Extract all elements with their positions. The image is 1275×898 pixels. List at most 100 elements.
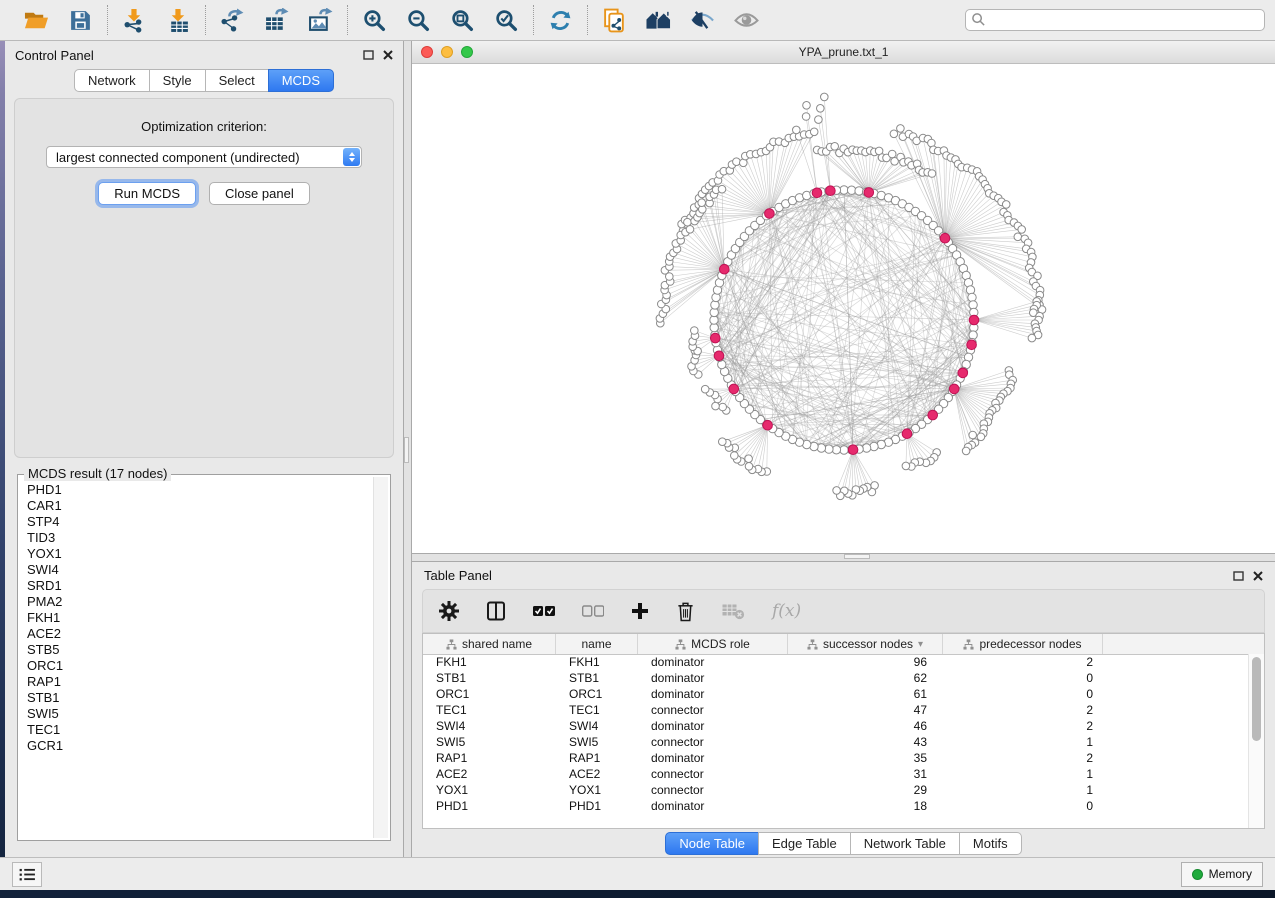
mcds-result-item[interactable]: SWI4 xyxy=(20,562,373,578)
table-cell[interactable]: connector xyxy=(638,782,788,798)
float-panel-icon[interactable] xyxy=(363,50,374,60)
table-cell[interactable]: TEC1 xyxy=(423,702,556,718)
mcds-result-list[interactable]: PHD1CAR1STP4TID3YOX1SWI4SRD1PMA2FKH1ACE2… xyxy=(20,482,373,838)
table-cell[interactable]: 29 xyxy=(788,782,943,798)
table-row[interactable]: TEC1TEC1connector472 xyxy=(423,702,1249,718)
table-cell[interactable]: PHD1 xyxy=(556,798,638,814)
table-cell[interactable]: 35 xyxy=(788,750,943,766)
table-cell[interactable]: SWI4 xyxy=(423,718,556,734)
table-cell[interactable]: 0 xyxy=(943,798,1103,814)
table-cell[interactable]: RAP1 xyxy=(423,750,556,766)
mcds-result-item[interactable]: STB5 xyxy=(20,642,373,658)
table-cell[interactable]: PHD1 xyxy=(423,798,556,814)
column-header-name[interactable]: name xyxy=(556,634,638,654)
export-image-icon[interactable] xyxy=(307,7,334,34)
table-cell[interactable]: ACE2 xyxy=(556,766,638,782)
zoom-out-icon[interactable] xyxy=(405,7,432,34)
import-network-icon[interactable] xyxy=(121,7,148,34)
tab-mcds[interactable]: MCDS xyxy=(268,69,334,92)
show-columns-icon[interactable] xyxy=(486,601,506,621)
table-row[interactable]: SWI5SWI5connector431 xyxy=(423,734,1249,750)
network-graph[interactable] xyxy=(412,64,1275,553)
table-settings-gear-icon[interactable] xyxy=(439,601,459,621)
mcds-result-item[interactable]: STP4 xyxy=(20,514,373,530)
float-panel-icon[interactable] xyxy=(1233,571,1244,581)
mcds-result-scrollbar[interactable] xyxy=(373,477,388,838)
table-cell[interactable]: 96 xyxy=(788,654,943,670)
mcds-result-item[interactable]: TEC1 xyxy=(20,722,373,738)
table-cell[interactable]: 2 xyxy=(943,702,1103,718)
table-cell[interactable]: 46 xyxy=(788,718,943,734)
table-cell[interactable]: dominator xyxy=(638,654,788,670)
close-panel-icon[interactable] xyxy=(1253,571,1263,581)
task-history-button[interactable] xyxy=(12,862,42,887)
create-column-icon[interactable] xyxy=(631,602,649,620)
import-table-icon[interactable] xyxy=(165,7,192,34)
export-table-icon[interactable] xyxy=(263,7,290,34)
export-network-icon[interactable] xyxy=(219,7,246,34)
open-file-icon[interactable] xyxy=(23,7,50,34)
column-header-shared-name[interactable]: shared name xyxy=(423,634,556,654)
table-cell[interactable]: dominator xyxy=(638,670,788,686)
show-graphics-details-icon[interactable] xyxy=(689,7,716,34)
table-cell[interactable]: dominator xyxy=(638,718,788,734)
mcds-result-item[interactable]: ACE2 xyxy=(20,626,373,642)
table-row[interactable]: YOX1YOX1connector291 xyxy=(423,782,1249,798)
table-cell[interactable]: 43 xyxy=(788,734,943,750)
select-all-icon[interactable] xyxy=(533,605,555,617)
table-cell[interactable]: dominator xyxy=(638,686,788,702)
zoom-selected-icon[interactable] xyxy=(493,7,520,34)
table-row[interactable]: ACE2ACE2connector311 xyxy=(423,766,1249,782)
table-row[interactable]: STB1STB1dominator620 xyxy=(423,670,1249,686)
tab-network[interactable]: Network xyxy=(74,69,150,92)
network-canvas[interactable] xyxy=(412,64,1275,553)
table-cell[interactable]: 47 xyxy=(788,702,943,718)
table-cell[interactable]: 1 xyxy=(943,782,1103,798)
mcds-result-item[interactable]: SRD1 xyxy=(20,578,373,594)
tab-select[interactable]: Select xyxy=(205,69,269,92)
table-cell[interactable]: 0 xyxy=(943,670,1103,686)
table-cell[interactable]: 62 xyxy=(788,670,943,686)
table-cell[interactable]: connector xyxy=(638,734,788,750)
table-row[interactable]: RAP1RAP1dominator352 xyxy=(423,750,1249,766)
mcds-result-item[interactable]: SWI5 xyxy=(20,706,373,722)
search-input[interactable] xyxy=(965,9,1265,31)
save-session-icon[interactable] xyxy=(67,7,94,34)
table-cell[interactable]: SWI4 xyxy=(556,718,638,734)
tab-node-table[interactable]: Node Table xyxy=(665,832,759,855)
mcds-result-item[interactable]: RAP1 xyxy=(20,674,373,690)
table-cell[interactable]: ACE2 xyxy=(423,766,556,782)
apply-layout-icon[interactable] xyxy=(547,7,574,34)
tab-edge-table[interactable]: Edge Table xyxy=(758,832,851,855)
criterion-select[interactable]: largest connected component (undirected) xyxy=(46,146,362,168)
column-header-predecessor-nodes[interactable]: predecessor nodes xyxy=(943,634,1103,654)
table-cell[interactable]: SWI5 xyxy=(556,734,638,750)
mcds-result-item[interactable]: FKH1 xyxy=(20,610,373,626)
table-cell[interactable]: ORC1 xyxy=(556,686,638,702)
mcds-result-item[interactable]: PHD1 xyxy=(20,482,373,498)
table-cell[interactable]: ORC1 xyxy=(423,686,556,702)
memory-button[interactable]: Memory xyxy=(1181,862,1263,887)
table-cell[interactable]: YOX1 xyxy=(556,782,638,798)
splitter-grip[interactable] xyxy=(404,437,409,463)
table-cell[interactable]: dominator xyxy=(638,798,788,814)
table-cell[interactable]: 1 xyxy=(943,734,1103,750)
table-row[interactable]: SWI4SWI4dominator462 xyxy=(423,718,1249,734)
table-row[interactable]: PHD1PHD1dominator180 xyxy=(423,798,1249,814)
table-cell[interactable]: 31 xyxy=(788,766,943,782)
mcds-result-item[interactable]: ORC1 xyxy=(20,658,373,674)
table-cell[interactable]: 2 xyxy=(943,718,1103,734)
delete-column-trash-icon[interactable] xyxy=(676,601,695,622)
zoom-fit-icon[interactable] xyxy=(449,7,476,34)
table-cell[interactable]: FKH1 xyxy=(556,654,638,670)
close-panel-button[interactable]: Close panel xyxy=(209,182,310,205)
mcds-result-item[interactable]: YOX1 xyxy=(20,546,373,562)
splitter-grip[interactable] xyxy=(844,554,870,559)
table-cell[interactable]: 61 xyxy=(788,686,943,702)
table-cell[interactable]: SWI5 xyxy=(423,734,556,750)
horizontal-splitter[interactable] xyxy=(412,553,1275,562)
tab-network-table[interactable]: Network Table xyxy=(850,832,960,855)
mcds-result-item[interactable]: STB1 xyxy=(20,690,373,706)
table-cell[interactable]: RAP1 xyxy=(556,750,638,766)
table-scrollbar[interactable] xyxy=(1248,654,1264,828)
